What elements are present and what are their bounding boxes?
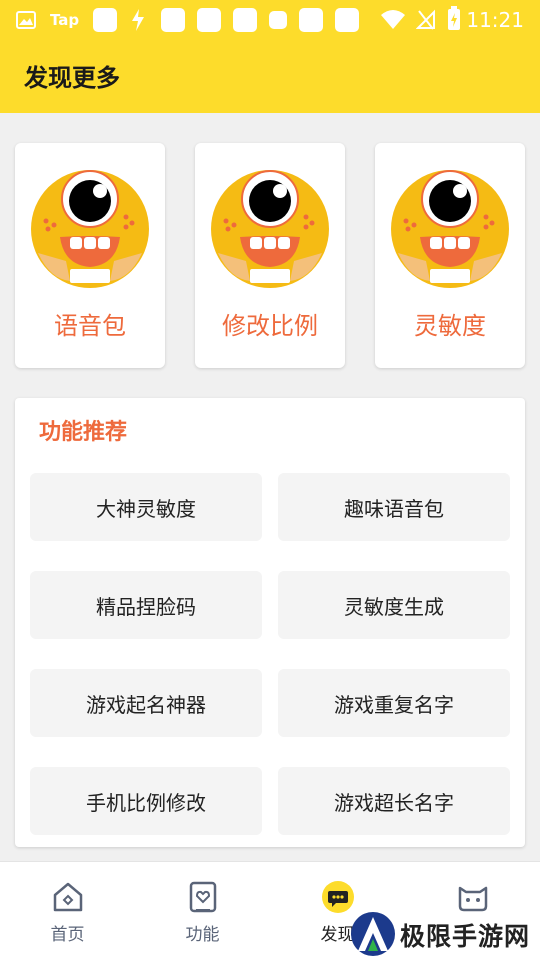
function-button[interactable]: 游戏重复名字 <box>278 669 510 737</box>
notification-icon <box>335 8 360 32</box>
card-label: 修改比例 <box>222 312 318 340</box>
wifi-icon <box>381 10 405 29</box>
function-button[interactable]: 游戏起名神器 <box>30 669 262 737</box>
function-button[interactable]: 精品捏脸码 <box>30 571 262 639</box>
watermark: 极限手游网 <box>350 907 540 960</box>
notification-icon <box>197 8 222 32</box>
section-title: 功能推荐 <box>39 420 128 445</box>
header-bar: 发现更多 <box>0 40 540 113</box>
tap-app-badge: Tap <box>50 11 80 29</box>
image-icon <box>16 11 36 29</box>
flash-icon <box>132 9 145 31</box>
function-button[interactable]: 趣味语音包 <box>278 473 510 541</box>
notification-icon <box>233 8 258 32</box>
mascot-icon <box>211 170 329 288</box>
no-signal-icon <box>416 9 435 30</box>
battery-charging-icon <box>448 6 460 30</box>
notification-icon <box>269 11 288 29</box>
mascot-icon <box>31 170 149 288</box>
function-button[interactable]: 手机比例修改 <box>30 767 262 835</box>
function-button[interactable]: 大神灵敏度 <box>30 473 262 541</box>
nav-home[interactable]: 首页 <box>0 862 135 961</box>
top-cards: 语音包 修改比例 灵敏度 <box>15 143 525 368</box>
card-label: 语音包 <box>54 312 126 340</box>
function-panel: 功能推荐 大神灵敏度 趣味语音包 精品捏脸码 灵敏度生成 游戏起名神器 游戏重复… <box>15 398 525 847</box>
mascot-icon <box>391 170 509 288</box>
home-icon <box>53 882 82 912</box>
notification-icon <box>93 8 118 32</box>
clock: 11:21 <box>466 8 524 32</box>
notification-icon <box>299 8 324 32</box>
watermark-logo-icon <box>351 912 395 956</box>
function-button[interactable]: 灵敏度生成 <box>278 571 510 639</box>
page-title: 发现更多 <box>24 64 120 92</box>
card-voice-pack[interactable]: 语音包 <box>15 143 165 368</box>
heart-card-icon <box>189 881 216 913</box>
status-bar: Tap 11:21 <box>0 0 540 40</box>
nav-label: 首页 <box>50 925 85 945</box>
function-button[interactable]: 游戏超长名字 <box>278 767 510 835</box>
card-modify-ratio[interactable]: 修改比例 <box>195 143 345 368</box>
card-label: 灵敏度 <box>414 312 486 340</box>
nav-label: 功能 <box>185 925 220 945</box>
watermark-text: 极限手游网 <box>400 922 531 951</box>
nav-functions[interactable]: 功能 <box>135 862 270 961</box>
notification-icon <box>161 8 186 32</box>
card-sensitivity[interactable]: 灵敏度 <box>375 143 525 368</box>
